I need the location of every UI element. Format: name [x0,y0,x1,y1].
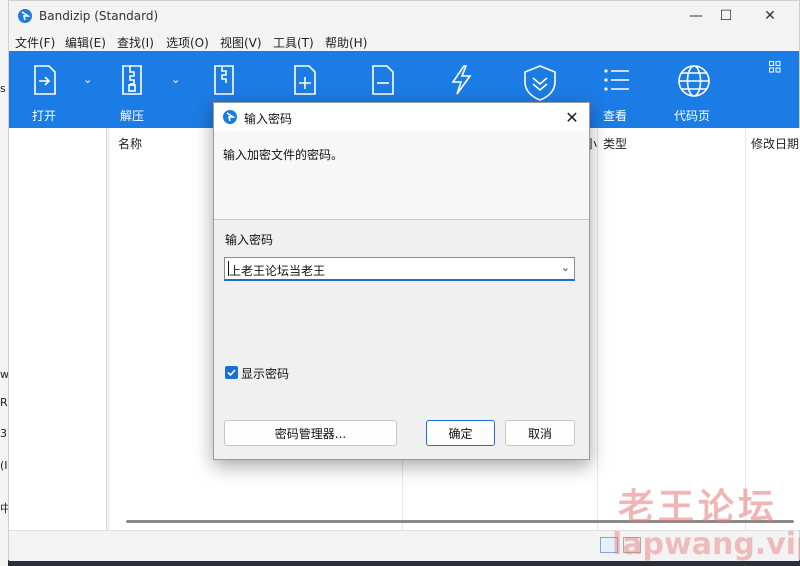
desktop-text-fragment: R [0,396,8,409]
minimize-button[interactable]: — [681,5,711,27]
menu-help[interactable]: 帮助(H) [325,34,367,51]
menu-file[interactable]: 文件(F) [15,34,55,51]
ok-button[interactable]: 确定 [426,420,495,446]
column-header-type[interactable]: 类型 [603,135,627,152]
desktop-edge: s w R 3 (I 中 [0,0,11,566]
column-header-name[interactable]: 名称 [118,135,142,152]
codepage-button[interactable]: 代码页 [669,51,719,128]
bandizip-logo-icon [18,9,32,23]
menu-tools[interactable]: 工具(T) [273,34,314,51]
column-divider [597,128,598,530]
password-value: 上老王论坛当老王 [229,264,326,278]
dialog-title: 输入密码 [244,112,293,126]
folder-tree-pane[interactable] [9,128,107,530]
watermark-text: 老王论坛 [618,487,779,528]
menu-find[interactable]: 查找(I) [117,34,154,51]
open-archive-icon [34,65,56,95]
open-label: 打开 [32,109,57,123]
watermark-url: lapwang.vip [612,527,800,562]
layout-grid-icon[interactable] [769,61,781,73]
desktop-text-fragment: 3 [0,427,7,440]
dialog-header-area: 输入加密文件的密码。 [214,131,589,220]
open-button[interactable]: 打开 [19,51,69,128]
password-dialog: 输入密码 ✕ 输入加密文件的密码。 输入密码 上老王论坛当老王 ⌄ 显示密码 密… [213,102,590,460]
column-divider [745,128,746,530]
menu-edit[interactable]: 编辑(E) [65,34,106,51]
password-input[interactable]: 上老王论坛当老王 ⌄ [224,257,575,281]
bandizip-logo-icon [223,110,237,124]
close-button[interactable]: ✕ [755,5,785,27]
globe-icon [678,65,710,97]
checkmark-icon [227,369,236,377]
menu-options[interactable]: 选项(O) [166,34,209,51]
password-field-label: 输入密码 [225,233,274,247]
view-button[interactable]: 查看 [591,51,641,128]
maximize-button[interactable]: ☐ [711,5,741,27]
open-dropdown-chevron-icon[interactable]: ⌄ [83,73,92,86]
password-manager-button[interactable]: 密码管理器... [224,420,397,446]
extract-label: 解压 [120,109,145,123]
view-list-icon [604,69,629,91]
column-header-modified[interactable]: 修改日期 [751,135,799,152]
view-label: 查看 [603,109,628,123]
add-file-icon [294,65,316,95]
desktop-text-fragment: s [0,82,6,95]
lightning-icon [451,65,472,95]
delete-file-icon [372,65,394,95]
history-dropdown-chevron-icon[interactable]: ⌄ [561,261,570,274]
show-password-label[interactable]: 显示密码 [241,365,289,382]
cancel-button[interactable]: 取消 [505,420,575,446]
extract-icon [122,65,142,95]
dialog-description: 输入加密文件的密码。 [223,148,344,162]
dialog-close-icon[interactable]: ✕ [561,106,583,128]
desktop-text-fragment: (I [0,459,8,472]
extract-button[interactable]: 解压 [107,51,157,128]
shield-icon [524,65,556,101]
new-archive-icon [214,65,234,95]
codepage-label: 代码页 [674,109,711,123]
extract-dropdown-chevron-icon[interactable]: ⌄ [171,73,180,86]
show-password-checkbox[interactable] [225,366,238,379]
menu-view[interactable]: 视图(V) [220,34,262,51]
window-title: Bandizip (Standard) [39,9,159,23]
dialog-title-bar: 输入密码 ✕ [214,103,589,131]
menu-bar: 文件(F) 编辑(E) 查找(I) 选项(O) 视图(V) 工具(T) 帮助(H… [9,31,799,51]
title-bar: Bandizip (Standard) — ☐ ✕ [9,1,799,31]
